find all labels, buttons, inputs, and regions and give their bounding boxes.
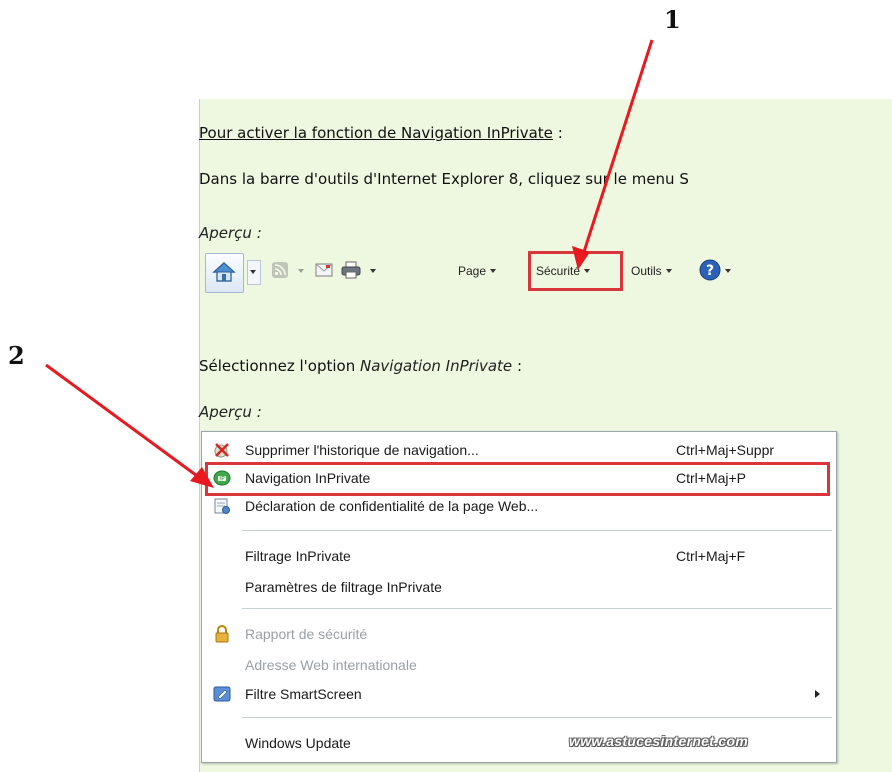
- menu-item-inprivate-filtering-settings[interactable]: Paramètres de filtrage InPrivate: [202, 575, 836, 599]
- menu-item-privacy-report[interactable]: Déclaration de confidentialité de la pag…: [202, 494, 836, 518]
- page-menu-button[interactable]: Page: [458, 260, 497, 282]
- print-dropdown-arrow[interactable]: [370, 269, 376, 273]
- preview-label-2: Aperçu :: [199, 403, 262, 421]
- menu-item-label: Windows Update: [245, 735, 351, 751]
- svg-text:?: ?: [706, 263, 714, 279]
- smartscreen-icon: [213, 686, 231, 702]
- menu-item-label: Paramètres de filtrage InPrivate: [245, 579, 442, 595]
- watermark: www.astucesinternet.com: [569, 733, 749, 749]
- help-icon: ?: [699, 259, 721, 281]
- heading-suffix: :: [552, 124, 563, 142]
- menu-item-inprivate-filtering[interactable]: Filtrage InPrivate Ctrl+Maj+F: [202, 544, 836, 568]
- security-highlight-box: [528, 251, 623, 291]
- instruction-step2: Sélectionnez l'option Navigation InPriva…: [199, 357, 522, 375]
- menu-separator: [242, 530, 832, 531]
- help-button[interactable]: ?: [699, 258, 733, 284]
- menu-separator: [242, 717, 832, 718]
- instruction-step1: Dans la barre d'outils d'Internet Explor…: [199, 170, 689, 188]
- menu-item-shortcut: Ctrl+Maj+F: [676, 548, 746, 564]
- privacy-report-icon: [214, 498, 230, 514]
- menu-item-delete-history[interactable]: Supprimer l'historique de navigation... …: [202, 438, 836, 462]
- menu-item-label: Adresse Web internationale: [245, 657, 417, 673]
- menu-item-label: Déclaration de confidentialité de la pag…: [245, 498, 539, 514]
- home-icon: [212, 262, 236, 282]
- menu-item-smartscreen-filter[interactable]: Filtre SmartScreen: [202, 682, 836, 706]
- menu-item-label: Rapport de sécurité: [245, 626, 368, 642]
- callout-number-2: 2: [8, 341, 25, 370]
- menu-item-shortcut: Ctrl+Maj+Suppr: [676, 442, 775, 458]
- heading-link: Pour activer la fonction de Navigation I…: [199, 124, 553, 142]
- inprivate-highlight-box: [205, 462, 830, 496]
- step2-prefix: Sélectionnez l'option: [199, 357, 360, 375]
- menu-item-international-address: Adresse Web internationale: [202, 653, 836, 677]
- arrow-2-line: [45, 363, 205, 483]
- rss-dropdown-arrow[interactable]: [298, 269, 304, 273]
- ie-toolbar: Page Sécurité Outils ?: [199, 250, 759, 300]
- print-icon[interactable]: [341, 261, 361, 279]
- menu-item-security-report: Rapport de sécurité: [202, 622, 836, 646]
- menu-separator: [242, 608, 832, 609]
- preview-label-1: Aperçu :: [199, 224, 262, 242]
- page-menu-label: Page: [458, 264, 487, 278]
- submenu-arrow-icon: [815, 690, 820, 698]
- home-button[interactable]: [205, 253, 244, 293]
- tools-menu-label: Outils: [631, 264, 662, 278]
- delete-history-icon: [214, 443, 229, 458]
- lock-icon: [215, 625, 229, 643]
- menu-item-label: Filtre SmartScreen: [245, 686, 362, 702]
- step2-option: Navigation InPrivate: [360, 357, 513, 375]
- home-dropdown[interactable]: [247, 260, 261, 285]
- tools-menu-button[interactable]: Outils: [631, 260, 672, 282]
- rss-feed-icon[interactable]: [271, 261, 289, 279]
- callout-number-1: 1: [664, 5, 681, 34]
- menu-item-label: Filtrage InPrivate: [245, 548, 351, 564]
- menu-item-label: Supprimer l'historique de navigation...: [245, 442, 479, 458]
- instruction-heading: Pour activer la fonction de Navigation I…: [199, 124, 563, 142]
- mail-icon[interactable]: [315, 262, 333, 278]
- step2-suffix: :: [512, 357, 522, 375]
